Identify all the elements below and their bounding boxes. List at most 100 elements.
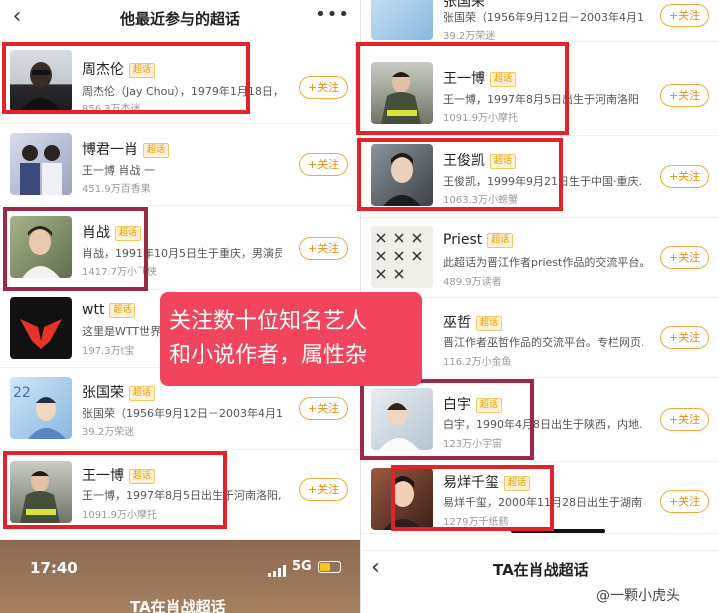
battery-icon [318,561,341,573]
status-time: 17:40 [30,559,78,577]
topic-name: 周杰伦 [82,62,124,78]
super-topic-badge: 超话 [129,386,156,401]
super-topic-badge: 超话 [109,303,136,318]
avatar [10,461,72,523]
home-indicator [511,529,605,533]
fan-count: 116.2万小金鱼 [443,357,512,368]
avatar [10,297,72,359]
avatar [371,468,433,530]
follow-button[interactable]: +关注 [299,237,348,260]
follow-button[interactable]: +关注 [660,246,709,269]
topic-name: Priest [443,232,483,248]
next-page-title: TA在肖战超话 [130,598,226,613]
follow-button[interactable]: +关注 [660,4,709,27]
fan-count: 489.9万读者 [443,277,502,288]
super-topic-badge: 超话 [129,63,156,78]
follow-button[interactable]: +关注 [660,408,709,431]
follow-button[interactable]: +关注 [660,84,709,107]
avatar: 22 [10,377,72,439]
topic-description: 王一博，1997年8月5日出生于河南洛阳, [443,93,638,106]
super-topic-badge: 超话 [490,154,517,169]
list-item[interactable]: 王俊凯 超话 王俊凯，1999年9月21日生于中国·重庆… 1063.3万小螃蟹 … [361,136,719,218]
topic-name: 博君一肖 [82,142,138,158]
network-type: 5G [292,559,312,574]
topic-name: 张国荣 [82,385,124,401]
super-topic-badge: 超话 [487,233,514,248]
topic-description: 肖战，1991年10月5日生于重庆，男演员… [82,247,282,260]
list-item[interactable]: 王一博 超话 王一博，1997年8月5日出生于河南洛阳, 1091.9万小摩托 +… [0,450,360,540]
avatar [371,144,433,206]
topic-name: 巫哲 [443,315,471,331]
avatar [10,50,72,112]
caption-line-2: 和小说作者，属性杂 [169,343,368,368]
fan-count: 451.9万百香果 [82,184,151,195]
fan-count: 197.3万t宝 [82,346,135,357]
topic-description: 张国荣（1956年9月12日－2003年4月1… [82,407,282,420]
more-options-icon[interactable]: ••• [315,4,350,25]
svg-text:22: 22 [13,385,31,401]
list-item[interactable]: 肖战 超话 肖战，1991年10月5日生于重庆，男演员… 1417.7万小飞侠 +… [0,206,360,290]
fan-count: 1063.3万小螃蟹 [443,195,518,206]
topic-name: 易烊千玺 [443,475,499,491]
topic-name: 王俊凯 [443,153,485,169]
topic-description: 此超话为晋江作者priest作品的交流平台。 [443,256,643,269]
super-topic-badge: 超话 [476,316,503,331]
list-item[interactable]: 王一博 超话 王一博，1997年8月5日出生于河南洛阳, 1091.9万小摩托 +… [361,42,719,136]
topic-description: 晋江作者巫哲作品的交流平台。专栏网页… [443,336,643,349]
topic-description: 这里是WTT世界 [82,325,162,338]
follow-button[interactable]: +关注 [299,397,348,420]
fan-count: 39.2万荣迷 [443,31,496,42]
super-topic-badge: 超话 [115,226,142,241]
super-topic-badge: 超话 [504,476,531,491]
follow-button[interactable]: +关注 [299,76,348,99]
signal-icon [268,562,288,577]
fan-count: 856.3万杰迷 [82,104,141,115]
avatar [371,226,433,288]
list-item[interactable]: 张国荣 张国荣（1956年9月12日－2003年4月1 39.2万荣迷 +关注 [361,0,719,42]
list-item[interactable]: 周杰伦 超话 周杰伦（Jay Chou），1979年1月18日， 856.3万杰迷… [0,38,360,124]
follow-button[interactable]: +关注 [660,490,709,513]
fan-count: 39.2万荣迷 [82,427,135,438]
avatar [371,388,433,450]
fan-count: 1091.9万小摩托 [82,510,157,521]
top-nav-bar: ‹ 他最近参与的超话 ••• [0,0,360,36]
next-screen-strip: 17:40 5G TA在肖战超话 [0,540,360,613]
topic-name: 王一博 [82,468,124,484]
super-topic-badge: 超话 [143,143,170,158]
super-topic-badge: 超话 [490,72,517,87]
list-item[interactable]: 博君一肖 超话 王一博 肖战 一 451.9万百香果 +关注 [0,124,360,206]
topic-description: 易烊千玺，2000年11月28日出生于湖南… [443,496,643,509]
topic-description: 张国荣（1956年9月12日－2003年4月1 [443,11,643,24]
avatar [371,62,433,124]
page-title: 他最近参与的超话 [119,10,240,28]
avatar [371,0,433,40]
topic-description: 王一博，1997年8月5日出生于河南洛阳, [82,489,282,502]
topic-description: 王俊凯，1999年9月21日生于中国·重庆… [443,175,643,188]
next-page-title: TA在肖战超话 [493,561,589,579]
topic-description: 周杰伦（Jay Chou），1979年1月18日， [82,85,277,98]
topic-name: 白宇 [443,397,471,413]
topic-description: 白宇，1990年4月8日出生于陕西，内地… [443,418,643,431]
super-topic-badge: 超话 [476,398,503,413]
back-arrow-icon[interactable]: ‹ [371,555,380,580]
list-item[interactable]: 易烊千玺 超话 易烊千玺，2000年11月28日出生于湖南… 1279万千纸鹤 +… [361,462,719,534]
caption-overlay: 关注数十位知名艺人 和小说作者，属性杂 [160,292,422,386]
list-item[interactable]: Priest 超话 此超话为晋江作者priest作品的交流平台。 489.9万读者… [361,218,719,298]
fan-count: 123万小宇宙 [443,439,503,450]
caption-line-1: 关注数十位知名艺人 [169,309,368,334]
list-item[interactable]: 白宇 超话 白宇，1990年4月8日出生于陕西，内地… 123万小宇宙 +关注 [361,378,719,462]
follow-button[interactable]: +关注 [660,326,709,349]
topic-description: 王一博 肖战 一 [82,164,155,177]
watermark: @一颗小虎头 [596,588,680,604]
follow-button[interactable]: +关注 [660,165,709,188]
fan-count: 1417.7万小飞侠 [82,267,157,278]
avatar [10,133,72,195]
topic-name: 肖战 [82,225,110,241]
topic-name: 王一博 [443,71,485,87]
screenshot-collage: ‹ 他最近参与的超话 ••• 周杰伦 超话 周杰伦（Jay Chou），1979年… [0,0,719,613]
fan-count: 1091.9万小摩托 [443,113,518,124]
follow-button[interactable]: +关注 [299,153,348,176]
super-topic-badge: 超话 [129,469,156,484]
follow-button[interactable]: +关注 [299,478,348,501]
fan-count: 1279万千纸鹤 [443,517,509,528]
